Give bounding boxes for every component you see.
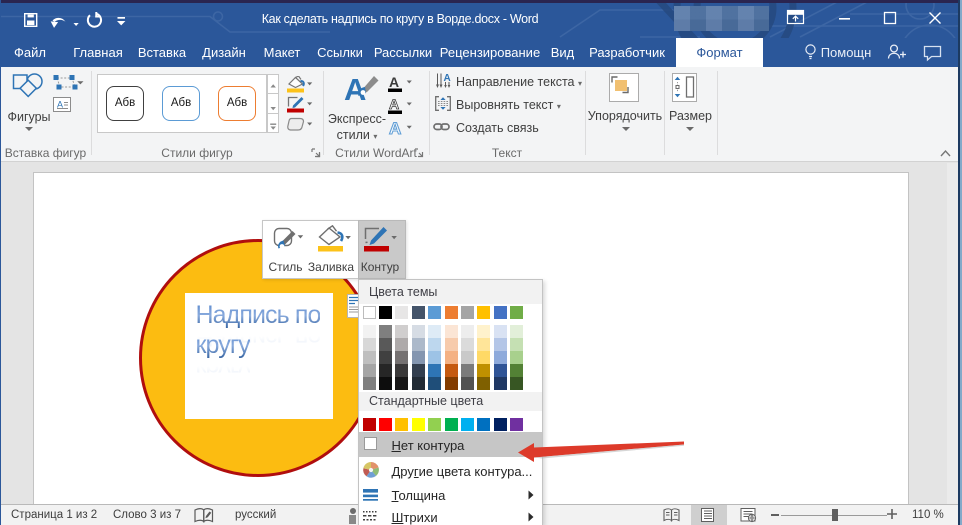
svg-text:А: А bbox=[444, 73, 451, 84]
svg-text:А: А bbox=[389, 97, 399, 112]
svg-text:А: А bbox=[389, 75, 399, 90]
svg-text:А: А bbox=[389, 119, 401, 138]
